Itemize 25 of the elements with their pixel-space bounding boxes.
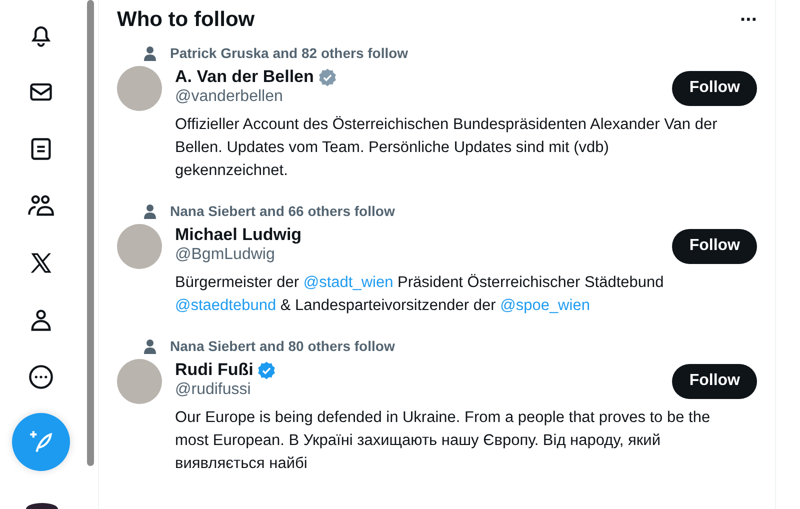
- user-bio: Bürgermeister der @stadt_wien Präsident Österreichischer Städtebund @staedtebund & Landesparteivorsitzender der @spoe_wien: [175, 273, 665, 316]
- follow-context: Nana Siebert and 66 others follow: [170, 203, 395, 219]
- user-bio: Offizieller Account des Österreichischen Bundespräsidenten Alexander Van der Bellen. Updates vom Team. Persönliche Updates sind mit (vdb) gekennzeichnet.: [175, 115, 718, 181]
- follow-context: Patrick Gruska and 82 others follow: [170, 45, 408, 61]
- avatar-icon[interactable]: [26, 503, 58, 509]
- person-icon: [143, 46, 157, 60]
- user-name[interactable]: Michael Ludwig: [175, 225, 302, 245]
- person-icon: [143, 338, 157, 354]
- follow-button[interactable]: Follow: [672, 70, 757, 106]
- panel-title: Who to follow: [117, 8, 255, 32]
- user-handle[interactable]: @rudifussi: [175, 381, 672, 403]
- user-handle[interactable]: @vanderbellen: [175, 88, 672, 110]
- compose-icon: [28, 429, 54, 455]
- follow-context: Nana Siebert and 80 others follow: [170, 338, 395, 354]
- person-icon: [143, 204, 157, 218]
- more-icon[interactable]: [28, 364, 54, 390]
- person-icon[interactable]: [28, 307, 54, 333]
- more-menu[interactable]: ···: [740, 8, 757, 32]
- follow-button[interactable]: Follow: [672, 228, 757, 264]
- user-bio: Our Europe is being defended in Ukraine. From a people that proves to be the most European. В Україні захищають нашу Європу. Від народу, який виявляється найбі: [175, 408, 712, 474]
- user-name[interactable]: A. Van der Bellen: [175, 67, 314, 87]
- follow-button[interactable]: Follow: [672, 364, 757, 398]
- user-name[interactable]: Rudi Fußi: [175, 360, 254, 380]
- user-handle[interactable]: @BgmLudwig: [175, 246, 672, 268]
- scrollbar[interactable]: [87, 0, 94, 466]
